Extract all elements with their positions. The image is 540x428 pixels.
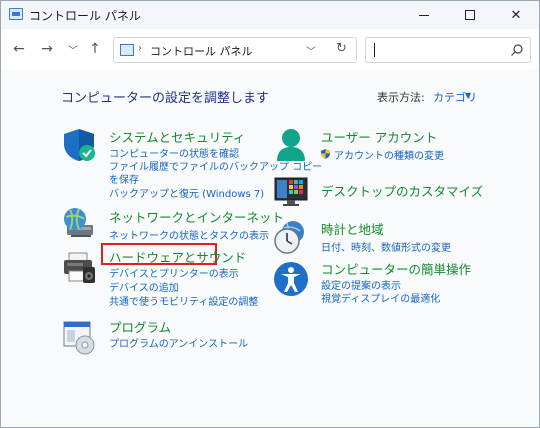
navigation-bar: ← → ﹀ ↑ › コントロール パネル › ﹀ ↻ [1,29,539,69]
close-icon: ✕ [510,7,522,23]
close-button[interactable]: ✕ [493,1,539,29]
search-icon[interactable] [510,43,524,57]
category-ease-of-access[interactable]: コンピューターの簡単操作 [321,259,471,278]
category-network-internet[interactable]: ネットワークとインターネット [109,207,284,226]
link-backup-restore[interactable]: バックアップと復元 (Windows 7) [109,185,264,200]
refresh-icon[interactable]: ↻ [336,41,347,56]
view-by-label: 表示方法: [377,91,425,104]
link-mobility-settings[interactable]: 共通で使うモビリティ設定の調整 [109,293,258,308]
main-content: コンピューターの設定を調整します 表示方法: カテゴリ ▼ システムとセキュリテ… [1,69,539,427]
link-change-account-type[interactable]: アカウントの種類の変更 [334,147,444,162]
control-panel-icon [9,8,23,20]
up-button[interactable]: ↑ [85,39,105,59]
category-system-security[interactable]: システムとセキュリティ [109,127,245,146]
chevron-down-icon: ﹀ [68,45,78,57]
user-icon[interactable] [273,127,309,163]
control-panel-window: コントロール パネル ✕ ← → ﹀ ↑ › コントロール パネル › ﹀ ↻ … [0,0,540,428]
control-panel-icon [120,44,134,56]
window-title: コントロール パネル [29,9,141,23]
arrow-right-icon: → [41,41,53,57]
link-devices-printers[interactable]: デバイスとプリンターの表示 [109,265,239,280]
maximize-button[interactable] [447,1,493,29]
address-bar[interactable]: › コントロール パネル › ﹀ ↻ [113,37,357,63]
programs-icon[interactable] [61,319,97,355]
link-network-status[interactable]: ネットワークの状態とタスクの表示 [109,227,269,242]
breadcrumb-separator[interactable]: › [138,43,142,54]
link-add-device[interactable]: デバイスの追加 [109,279,179,294]
accessibility-icon[interactable] [273,261,309,297]
arrow-left-icon: ← [13,41,25,57]
text-caret [374,43,375,57]
category-programs[interactable]: プログラム [109,317,171,336]
page-heading: コンピューターの設定を調整します [61,91,270,106]
breadcrumb-control-panel[interactable]: コントロール パネル [150,43,253,59]
title-bar[interactable]: コントロール パネル ✕ [1,1,539,29]
forward-button[interactable]: → [37,39,57,59]
category-hardware-sound[interactable]: ハードウェアとサウンド [109,247,246,266]
address-dropdown-icon[interactable]: ﹀ [306,43,316,58]
link-date-time-format[interactable]: 日付、時刻、数値形式の変更 [321,239,451,254]
minimize-button[interactable] [401,1,447,29]
network-icon[interactable] [61,205,97,241]
category-clock-region[interactable]: 時計と地域 [321,219,384,238]
category-appearance-personalization[interactable]: デスクトップのカスタマイズ [321,181,483,200]
link-optimize-display[interactable]: 視覚ディスプレイの最適化 [321,290,440,305]
back-button[interactable]: ← [9,39,29,59]
shield-icon[interactable] [61,127,97,163]
uac-shield-icon [321,149,330,159]
view-by-dropdown-caret-icon[interactable]: ▼ [465,91,471,100]
recent-locations-button[interactable]: ﹀ [63,39,83,59]
category-user-accounts[interactable]: ユーザー アカウント [321,127,437,146]
breadcrumb-separator[interactable]: › [224,43,228,54]
link-uninstall-program[interactable]: プログラムのアンインストール [109,335,248,350]
link-file-history-backup-cont[interactable]: を保存 [109,171,139,186]
minimize-icon [419,14,429,16]
search-box[interactable] [365,37,531,63]
clock-icon[interactable] [273,219,309,255]
arrow-up-icon: ↑ [89,41,101,57]
maximize-icon [465,10,475,20]
printer-icon[interactable] [61,249,97,285]
desktop-icon[interactable] [273,173,309,209]
